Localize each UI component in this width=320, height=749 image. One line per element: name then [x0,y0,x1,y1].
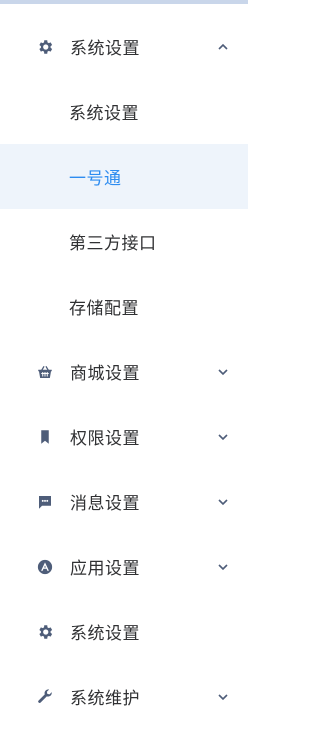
gear-icon [36,38,54,56]
chevron-up-icon [216,40,230,54]
submenu-label: 系统设置 [69,104,139,124]
chevron-down-icon [216,430,230,444]
menu-label: 系统维护 [70,689,140,709]
settings-side-menu: 系统设置 系统设置 一号通 第三方接口 存储配置 商城设置 权限设置 消息设置 … [0,14,248,729]
chevron-down-icon [216,495,230,509]
wrench-icon [36,688,54,706]
menu-label: 系统设置 [70,39,140,59]
submenu-third-party-api[interactable]: 第三方接口 [0,209,248,274]
menu-label: 系统设置 [70,624,140,644]
gear-icon [36,623,54,641]
menu-label: 商城设置 [70,364,140,384]
menu-label: 消息设置 [70,494,140,514]
message-icon [36,493,54,511]
chevron-down-icon [216,365,230,379]
menu-label: 应用设置 [70,559,140,579]
submenu-yihaotong[interactable]: 一号通 [0,144,248,209]
submenu-label: 存储配置 [69,299,139,319]
basket-icon [36,363,54,381]
menu-system-settings-2[interactable]: 系统设置 [0,599,248,664]
bookmark-icon [36,428,54,446]
submenu-label: 一号通 [69,169,122,189]
menu-system-settings[interactable]: 系统设置 [0,14,248,79]
top-border [0,0,248,4]
chevron-down-icon [216,560,230,574]
app-store-icon [36,558,54,576]
menu-permission-settings[interactable]: 权限设置 [0,404,248,469]
chevron-down-icon [216,690,230,704]
menu-app-settings[interactable]: 应用设置 [0,534,248,599]
menu-message-settings[interactable]: 消息设置 [0,469,248,534]
menu-mall-settings[interactable]: 商城设置 [0,339,248,404]
menu-label: 权限设置 [70,429,140,449]
submenu-label: 第三方接口 [69,234,157,254]
submenu-storage-config[interactable]: 存储配置 [0,274,248,339]
submenu-system-settings[interactable]: 系统设置 [0,79,248,144]
menu-system-maintenance[interactable]: 系统维护 [0,664,248,729]
